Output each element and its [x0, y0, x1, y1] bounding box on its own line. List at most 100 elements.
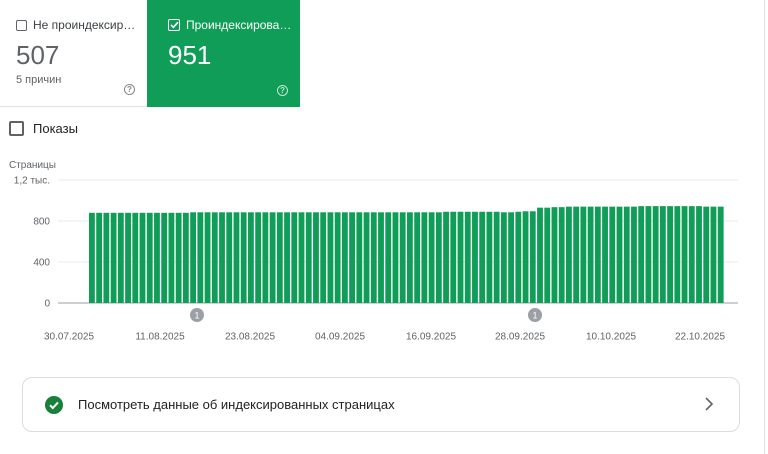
bar	[262, 212, 269, 303]
bar	[103, 212, 110, 303]
bar	[717, 206, 724, 303]
bar	[645, 206, 652, 303]
bar	[667, 206, 674, 303]
bar	[435, 212, 442, 303]
y-tick-label: 1,2 тыс.	[14, 176, 50, 187]
bar	[407, 212, 413, 303]
bar	[276, 212, 283, 303]
x-tick-label: 11.08.2025	[135, 332, 185, 343]
bar	[154, 212, 160, 303]
bar	[631, 206, 637, 303]
bar	[537, 207, 543, 303]
annotation-label: 1	[194, 311, 199, 321]
bar	[573, 206, 580, 303]
y-tick-label: 400	[33, 258, 50, 269]
bar	[428, 212, 435, 303]
bar	[566, 206, 572, 303]
x-tick-label: 28.09.2025	[495, 332, 545, 343]
bar	[421, 212, 428, 303]
bar	[594, 206, 601, 303]
indexed-label: Проиндексирова…	[186, 18, 292, 32]
x-tick-label: 22.10.2025	[675, 332, 725, 343]
bar	[139, 212, 146, 303]
bar	[587, 206, 594, 303]
bar	[508, 212, 515, 303]
y-tick-label: 800	[33, 217, 50, 228]
bar	[486, 211, 493, 303]
bar	[219, 212, 225, 303]
bar	[197, 212, 204, 303]
help-circle-icon[interactable]: ?	[277, 85, 288, 96]
bar	[493, 211, 500, 303]
not-indexed-tile[interactable]: Не проиндексир… 507 5 причин ?	[0, 0, 147, 107]
bar	[168, 212, 175, 303]
indexed-tile[interactable]: Проиндексирова… 951 ?	[147, 0, 300, 107]
bar	[515, 211, 522, 303]
bar	[378, 212, 384, 303]
bar	[529, 211, 536, 303]
bar	[327, 212, 334, 303]
bar	[284, 212, 290, 303]
bar	[255, 212, 262, 303]
bar	[298, 212, 305, 303]
bar	[544, 207, 551, 303]
bar	[688, 206, 695, 303]
bar	[623, 206, 630, 303]
bar	[414, 212, 421, 303]
bar	[204, 212, 211, 303]
bar	[399, 212, 406, 303]
not-indexed-label: Не проиндексир…	[33, 18, 136, 32]
bar	[182, 212, 189, 303]
bar	[349, 212, 356, 303]
bar	[175, 212, 182, 303]
bar	[125, 212, 131, 303]
bar	[110, 212, 117, 303]
bar	[609, 206, 616, 303]
bar	[305, 212, 312, 303]
checkbox-icon[interactable]	[16, 19, 27, 31]
bar	[580, 206, 587, 303]
x-tick-label: 30.07.2025	[44, 332, 94, 343]
bar	[363, 212, 370, 303]
indexed-pages-chart: 0 400 800 1,2 тыс. 30.07.2025 11.08.2025 23.08…	[14, 176, 738, 343]
bar	[320, 212, 327, 303]
x-tick-label: 10.10.2025	[586, 332, 636, 343]
not-indexed-count: 507	[16, 40, 60, 70]
bar	[248, 212, 254, 303]
bar	[602, 206, 608, 303]
bar	[341, 212, 348, 303]
bar	[551, 207, 558, 303]
impressions-toggle[interactable]: Показы	[9, 121, 78, 136]
bar	[472, 211, 478, 303]
bar	[385, 212, 392, 303]
x-tick-label: 23.08.2025	[225, 332, 275, 343]
bar	[500, 212, 507, 303]
bar	[479, 211, 486, 303]
checkbox-checked-icon[interactable]	[168, 19, 180, 31]
view-indexed-pages-link[interactable]: Посмотреть данные об индексированных стр…	[22, 377, 740, 432]
y-tick-label: 0	[44, 299, 50, 310]
bar	[117, 212, 124, 303]
bar	[226, 212, 233, 303]
bar	[89, 212, 95, 303]
bar	[269, 212, 276, 303]
bar	[240, 212, 247, 303]
bar	[652, 206, 659, 303]
chevron-right-icon	[705, 397, 714, 411]
bar	[146, 212, 153, 303]
checkbox-icon[interactable]	[9, 121, 24, 136]
bar	[233, 212, 240, 303]
bar	[443, 211, 449, 303]
bar	[161, 212, 168, 303]
help-circle-icon[interactable]: ?	[124, 84, 135, 95]
annotation-label: 1	[532, 311, 537, 321]
indexed-header: Проиндексирова…	[168, 18, 291, 32]
bar	[674, 206, 681, 303]
bar	[659, 206, 666, 303]
bar	[710, 206, 717, 303]
x-tick-label: 16.09.2025	[406, 332, 456, 343]
bar	[211, 212, 218, 303]
not-indexed-header: Не проиндексир…	[16, 18, 135, 32]
not-indexed-reasons: 5 причин	[16, 74, 62, 86]
bar	[616, 206, 623, 303]
